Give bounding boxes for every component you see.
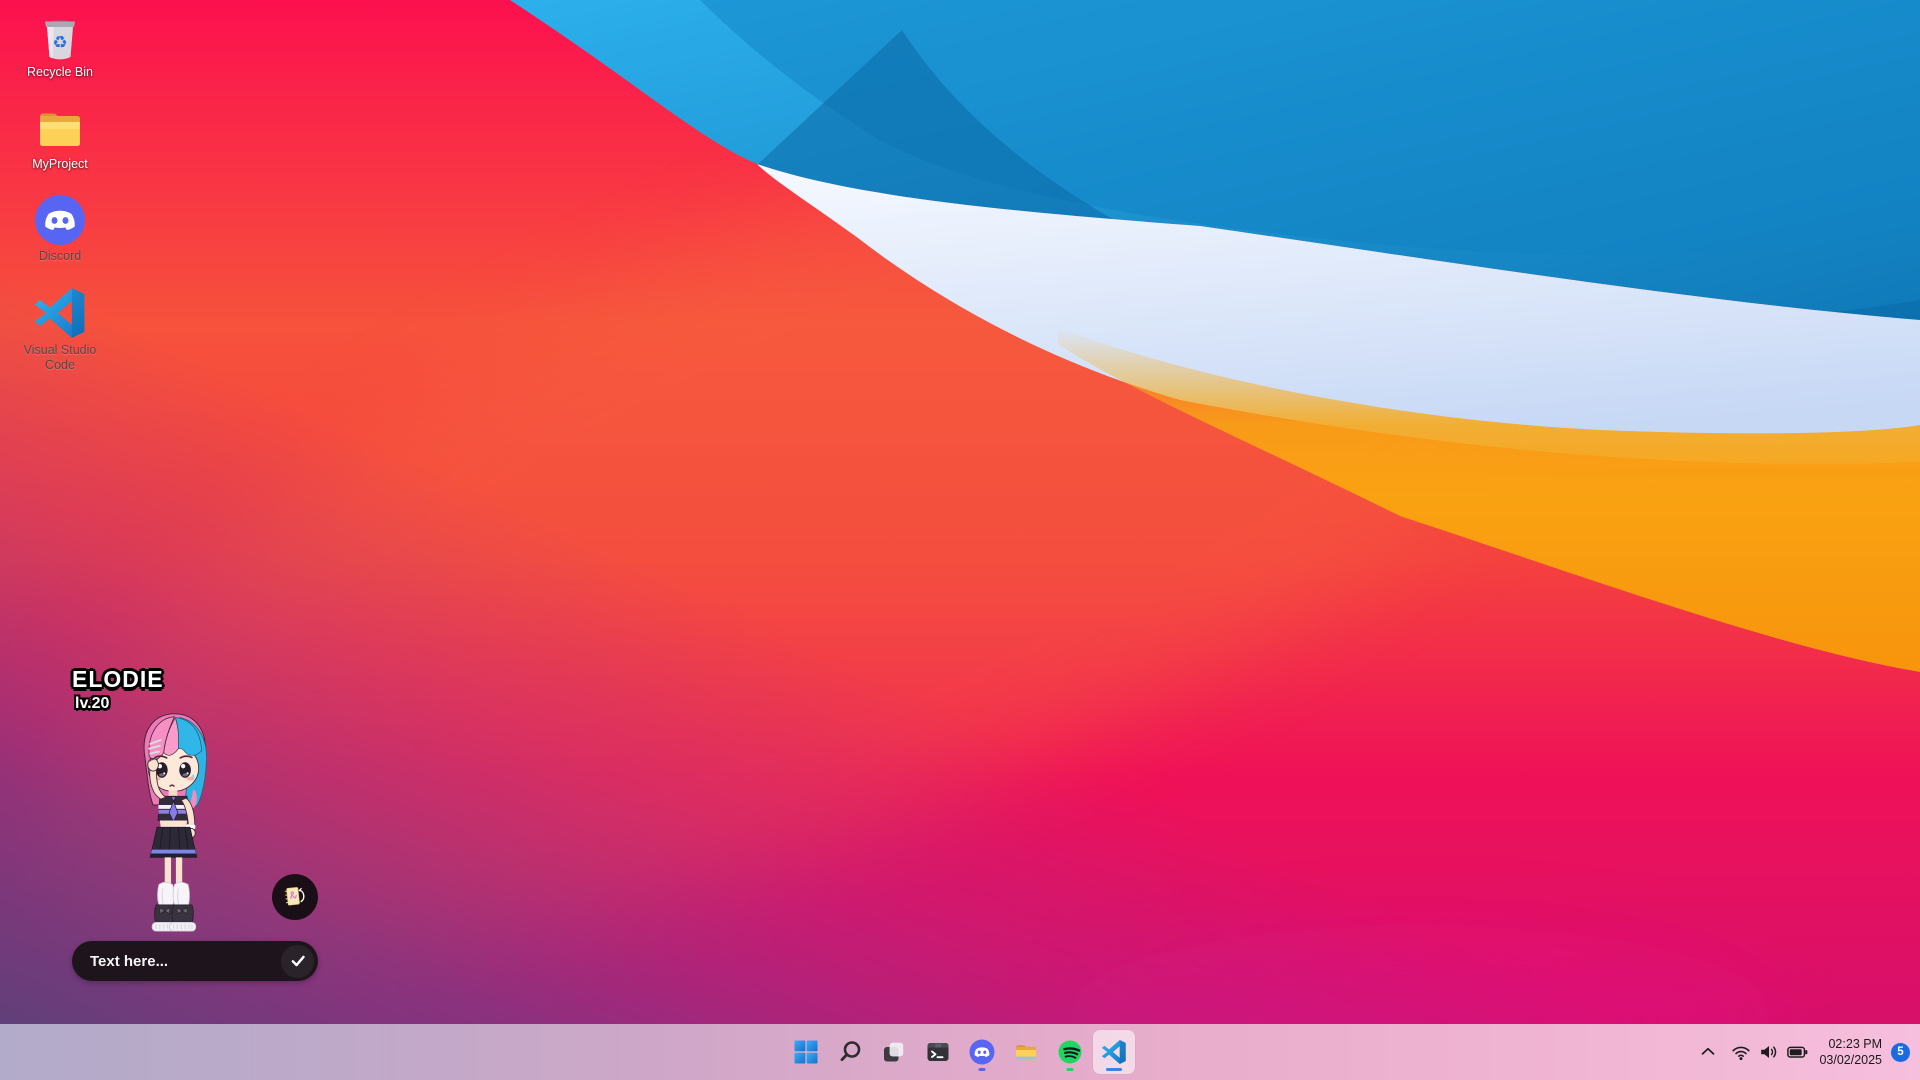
- character-widget: ELODIE lv.20: [72, 666, 322, 986]
- taskbar-clock[interactable]: 02:23 PM 03/02/2025: [1819, 1036, 1882, 1069]
- vscode-icon: [33, 286, 87, 340]
- character-level: lv.20: [75, 695, 109, 713]
- chevron-up-icon: [1697, 1041, 1719, 1063]
- recycle-bin-icon: ♻: [34, 10, 86, 62]
- desktop-screen: ♻ Recycle Bin MyProject Discord: [0, 0, 1920, 1080]
- svg-text:♻: ♻: [52, 33, 67, 53]
- desktop-icon-discord[interactable]: Discord: [14, 194, 106, 264]
- battery-icon: [1786, 1041, 1810, 1063]
- start-button[interactable]: [785, 1030, 827, 1074]
- note-icon: [281, 883, 309, 911]
- desktop-icon-vscode[interactable]: Visual Studio Code: [14, 286, 106, 373]
- notification-badge[interactable]: 5: [1891, 1043, 1910, 1062]
- terminal-button[interactable]: [917, 1030, 959, 1074]
- tray-chevron-button[interactable]: [1695, 1039, 1721, 1065]
- desktop-icon-label: Visual Studio Code: [15, 343, 105, 373]
- search-icon: [837, 1039, 863, 1065]
- tray-time: 02:23 PM: [1819, 1036, 1882, 1052]
- folder-icon: [34, 102, 86, 154]
- desktop-icon-label: MyProject: [32, 157, 88, 172]
- discord-icon: [34, 194, 86, 246]
- system-tray: 02:23 PM 03/02/2025 5: [1695, 1024, 1910, 1080]
- chat-pill: [72, 941, 318, 981]
- check-icon: [287, 950, 309, 972]
- character-elodie[interactable]: [124, 704, 221, 937]
- running-indicator: [1067, 1068, 1074, 1071]
- desktop-icon-recycle-bin[interactable]: ♻ Recycle Bin: [14, 10, 106, 80]
- vscode-icon: [1101, 1039, 1127, 1065]
- quick-settings[interactable]: [1730, 1041, 1810, 1063]
- confirm-button[interactable]: [281, 945, 314, 978]
- desktop-icon-label: Discord: [39, 249, 81, 264]
- wifi-icon: [1730, 1041, 1752, 1063]
- active-indicator: [1106, 1068, 1122, 1071]
- search-button[interactable]: [829, 1030, 871, 1074]
- running-indicator: [979, 1068, 986, 1071]
- terminal-icon: [925, 1039, 951, 1065]
- taskbar-vscode-button[interactable]: [1093, 1030, 1135, 1074]
- task-view-button[interactable]: [873, 1030, 915, 1074]
- chat-input[interactable]: [88, 952, 281, 971]
- volume-icon: [1758, 1041, 1780, 1063]
- discord-icon: [969, 1039, 995, 1065]
- file-explorer-icon: [1013, 1039, 1039, 1065]
- character-name: ELODIE: [72, 666, 164, 693]
- desktop-icon-label: Recycle Bin: [27, 65, 93, 80]
- desktop-icon-myproject[interactable]: MyProject: [14, 102, 106, 172]
- taskbar-center: [785, 1024, 1135, 1080]
- taskbar-discord-button[interactable]: [961, 1030, 1003, 1074]
- desktop-icon-grid: ♻ Recycle Bin MyProject Discord: [14, 10, 106, 373]
- taskbar: 02:23 PM 03/02/2025 5: [0, 1024, 1920, 1080]
- tray-date: 03/02/2025: [1819, 1052, 1882, 1068]
- file-explorer-button[interactable]: [1005, 1030, 1047, 1074]
- task-view-icon: [881, 1039, 907, 1065]
- note-button[interactable]: [272, 874, 318, 920]
- windows-start-icon: [793, 1039, 819, 1065]
- spotify-button[interactable]: [1049, 1030, 1091, 1074]
- spotify-icon: [1057, 1039, 1083, 1065]
